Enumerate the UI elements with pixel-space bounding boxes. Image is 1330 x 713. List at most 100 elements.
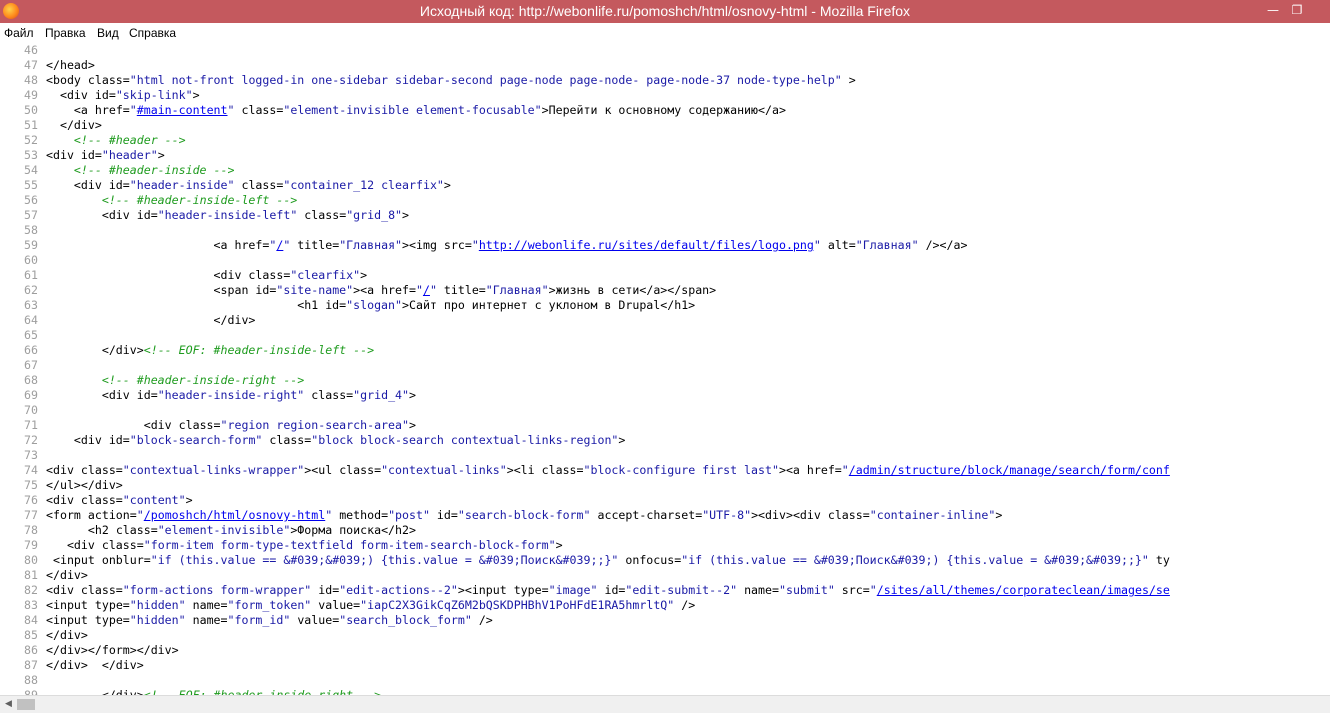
line-number: 50 [24,103,38,117]
code-token: action= [87,508,137,522]
code-token: value= [290,613,340,627]
code-comment: <!-- EOF: #header-inside-left --> [143,343,375,357]
code-token: <div [46,538,102,552]
code-token: > [360,268,368,282]
line-number: 61 [24,268,38,282]
code-token: class= [339,463,382,477]
source-link[interactable]: / [423,283,430,297]
code-token: </head> [46,58,95,72]
line-number: 89 [24,688,38,695]
code-token: class= [80,463,123,477]
line-number: 81 [24,568,38,582]
code-token: <a [46,238,235,252]
code-token: class= [827,508,870,522]
code-token: >жизнь в сети</a></span> [548,283,717,297]
source-link[interactable]: http://webonlife.ru/sites/default/files/… [479,238,814,252]
code-token: "header-inside-right" [157,388,305,402]
code-token: "submit" [778,583,835,597]
horizontal-scrollbar[interactable]: ◀ [0,695,1330,713]
code-comment: <!-- #header --> [73,133,186,147]
line-number: 65 [24,328,38,342]
code-token: src= [443,238,472,252]
code-line: 82 <div class="form-actions form-wrapper"… [0,583,1170,598]
menu-file[interactable]: Файл [4,26,34,40]
code-token: id= [94,88,116,102]
line-number: 88 [24,673,38,687]
scroll-left-arrow-icon[interactable]: ◀ [0,696,17,713]
line-number: 85 [24,628,38,642]
code-line: 46 [0,43,46,58]
code-token: type= [94,598,130,612]
source-link[interactable]: /admin/structure/block/manage/search/for… [849,463,1170,477]
code-token: /></a> [918,238,968,252]
line-number: 56 [24,193,38,207]
code-token: id= [325,298,347,312]
code-token: ><div><div [751,508,828,522]
code-token: class= [304,388,354,402]
code-token: >Форма поиска</h2> [290,523,416,537]
line-number: 52 [24,133,38,147]
code-token: ><li [506,463,542,477]
line-number: 62 [24,283,38,297]
source-link[interactable]: /sites/all/themes/corporateclean/images/… [877,583,1170,597]
line-number: 86 [24,643,38,657]
code-token: <input [46,613,95,627]
code-token: href= [806,463,842,477]
menu-view[interactable]: Вид [97,26,119,40]
code-token: >Сайт про интернет с уклоном в Drupal</h… [402,298,696,312]
source-link[interactable]: /pomoshch/html/osnovy-html [144,508,325,522]
code-token: "search_block_form" [339,613,472,627]
code-token: class= [80,493,123,507]
line-number: 80 [24,553,38,567]
code-token: "container-inline" [869,508,996,522]
code-token: "header-inside-left" [157,208,298,222]
menu-help[interactable]: Справка [129,26,176,40]
line-number: 48 [24,73,38,87]
line-number: 71 [24,418,38,432]
code-line: 88 [0,673,46,688]
code-token: ><input [457,583,514,597]
code-token: "form_id" [227,613,291,627]
code-token: <h2 [46,523,116,537]
scroll-thumb[interactable] [17,699,35,710]
code-token: "search-block-form" [457,508,591,522]
code-token: accept-charset= [590,508,703,522]
code-token: class= [101,538,144,552]
menu-edit[interactable]: Правка [45,26,86,40]
code-line: 85 </div> [0,628,88,643]
code-token: value= [311,598,361,612]
code-token: id= [136,388,158,402]
source-link[interactable]: #main-content [137,103,228,117]
code-token: class= [234,103,284,117]
code-token: class= [87,73,130,87]
code-token: <div [46,463,81,477]
minimize-button[interactable]: — [1260,0,1286,22]
line-number: 72 [24,433,38,447]
code-token: <div [46,433,109,447]
restore-button[interactable]: ❐ [1284,0,1310,22]
code-token: href= [381,283,416,297]
code-token: <div [46,583,81,597]
line-number: 59 [24,238,38,252]
code-comment: <!-- #header-inside-left --> [101,193,298,207]
code-token: method= [332,508,389,522]
source-code-view[interactable]: 46 47 </head> 48 <body class="html not-front… [0,43,1330,695]
code-token: name= [185,598,228,612]
code-token: " [227,103,235,117]
code-token: ><a [778,463,807,477]
code-line: 65 [0,328,46,343]
code-token: "site-name" [276,283,354,297]
code-token: " [869,583,877,597]
title-bar: Исходный код: http://webonlife.ru/pomosh… [0,0,1330,23]
line-number: 78 [24,523,38,537]
code-token: >Перейти к основному содержанию</a> [541,103,786,117]
code-token: > [443,178,451,192]
code-line: 80 <input onblur="if (this.value == &#03… [0,553,1170,568]
code-token: "post" [388,508,430,522]
code-line: 57 <div id="header-inside-left" class="g… [0,208,409,223]
code-token: </ul></div> [46,478,123,492]
code-line: 58 [0,223,46,238]
code-token: <input [46,598,95,612]
